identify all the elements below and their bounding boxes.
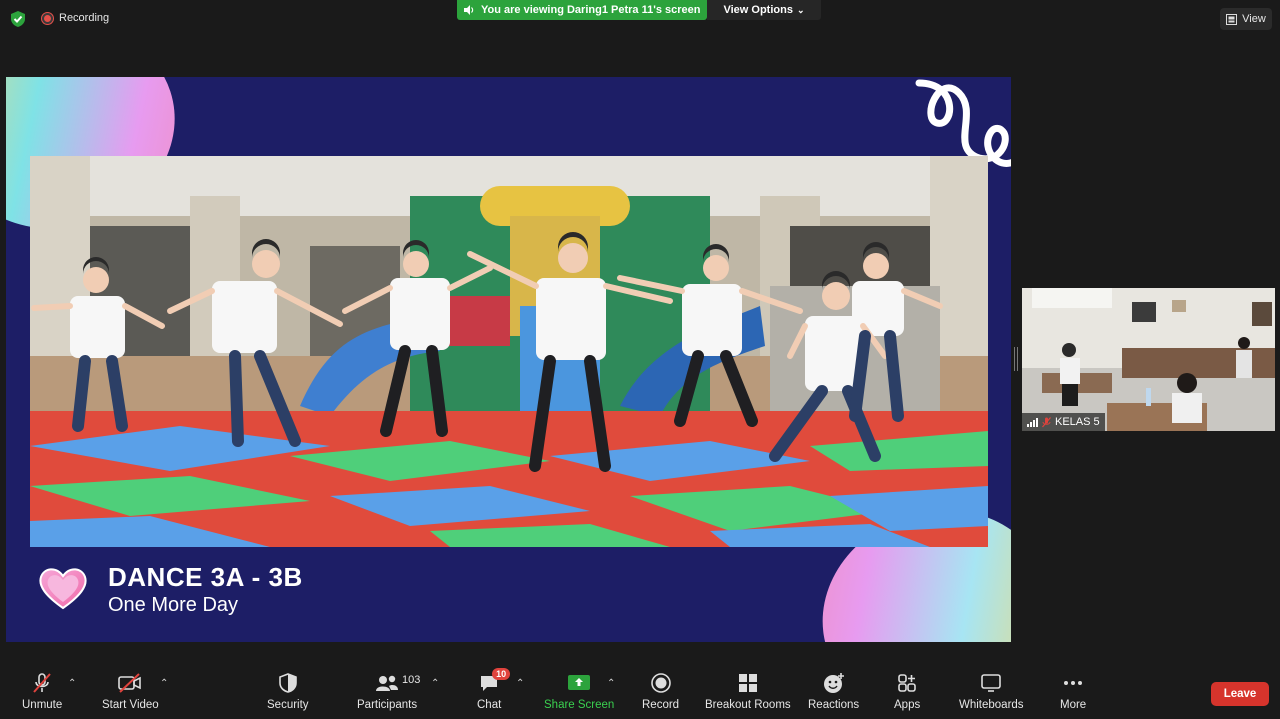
grid-view-icon bbox=[1226, 13, 1238, 25]
participants-count: 103 bbox=[402, 674, 421, 686]
heart-icon bbox=[39, 568, 87, 610]
security-button[interactable]: Security bbox=[267, 672, 309, 711]
participant-video-tile[interactable]: KELAS 5 bbox=[1022, 288, 1275, 431]
security-shield-icon[interactable] bbox=[10, 10, 26, 28]
view-options-label: View Options bbox=[723, 4, 793, 16]
more-button[interactable]: More bbox=[1060, 672, 1086, 711]
chevron-down-icon: ⌄ bbox=[796, 4, 805, 15]
reactions-button[interactable]: Reactions bbox=[808, 672, 859, 711]
slide-subtitle: One More Day bbox=[108, 594, 239, 616]
participants-button[interactable]: 103 Participants bbox=[357, 672, 421, 711]
start-video-label: Start Video bbox=[102, 699, 159, 711]
viewing-screen-banner: You are viewing Daring1 Petra 11's scree… bbox=[457, 0, 707, 20]
start-video-button[interactable]: Start Video bbox=[102, 672, 159, 711]
speaker-icon bbox=[464, 5, 474, 15]
unmute-label: Unmute bbox=[22, 699, 63, 711]
record-label: Record bbox=[642, 699, 680, 711]
muted-mic-icon bbox=[1042, 416, 1051, 427]
signal-strength-icon bbox=[1027, 417, 1038, 427]
whiteboards-button[interactable]: Whiteboards bbox=[959, 672, 1024, 711]
security-shield-icon bbox=[278, 673, 297, 693]
unmute-button[interactable]: Unmute bbox=[22, 672, 62, 711]
security-label: Security bbox=[267, 699, 309, 711]
recording-label: Recording bbox=[59, 12, 110, 24]
audio-options-caret-icon[interactable]: ⌃ bbox=[68, 678, 76, 689]
smiley-plus-icon bbox=[823, 673, 844, 693]
apps-icon bbox=[898, 674, 916, 692]
reactions-label: Reactions bbox=[808, 699, 860, 711]
chat-options-caret-icon[interactable]: ⌃ bbox=[516, 678, 524, 689]
breakout-rooms-icon bbox=[738, 674, 757, 692]
share-options-caret-icon[interactable]: ⌃ bbox=[607, 678, 615, 689]
shared-screen: DANCE 3A - 3B One More Day bbox=[6, 77, 1011, 642]
classroom-video-image bbox=[1022, 288, 1275, 431]
record-icon bbox=[650, 673, 671, 693]
participant-name-label: KELAS 5 bbox=[1022, 413, 1105, 431]
dance-video-frame bbox=[30, 156, 988, 547]
participants-label: Participants bbox=[357, 699, 418, 711]
whiteboards-label: Whiteboards bbox=[959, 699, 1024, 711]
apps-label: Apps bbox=[894, 699, 921, 711]
slide-title: DANCE 3A - 3B bbox=[108, 562, 303, 592]
muted-microphone-icon bbox=[33, 673, 51, 693]
chat-label: Chat bbox=[477, 699, 502, 711]
viewing-banner-text: You are viewing Daring1 Petra 11's scree… bbox=[481, 4, 701, 16]
participants-icon bbox=[376, 675, 399, 691]
share-screen-label: Share Screen bbox=[544, 699, 615, 711]
view-button[interactable]: View bbox=[1220, 8, 1272, 30]
top-bar: Recording You are viewing Daring1 Petra … bbox=[0, 0, 1280, 38]
leave-button[interactable]: Leave bbox=[1211, 682, 1269, 706]
participant-name: KELAS 5 bbox=[1055, 416, 1100, 428]
whiteboard-icon bbox=[981, 674, 1002, 692]
meeting-toolbar: Unmute ⌃ Start Video ⌃ Security 103 Part… bbox=[0, 662, 1280, 719]
participants-options-caret-icon[interactable]: ⌃ bbox=[431, 678, 439, 689]
share-screen-button[interactable]: Share Screen bbox=[544, 672, 614, 711]
video-options-caret-icon[interactable]: ⌃ bbox=[160, 678, 168, 689]
recording-dot-icon bbox=[42, 12, 53, 24]
apps-button[interactable]: Apps bbox=[894, 672, 920, 711]
view-options-button[interactable]: View Options ⌄ bbox=[707, 0, 821, 20]
chat-button[interactable]: 10 Chat bbox=[477, 668, 511, 711]
breakout-rooms-button[interactable]: Breakout Rooms bbox=[705, 672, 791, 711]
more-dots-icon bbox=[1064, 681, 1083, 685]
video-off-icon bbox=[118, 673, 142, 693]
dance-scene-image bbox=[30, 156, 988, 547]
view-label: View bbox=[1242, 13, 1266, 25]
breakout-rooms-label: Breakout Rooms bbox=[705, 699, 791, 711]
chat-unread-badge: 10 bbox=[492, 668, 511, 680]
recording-indicator[interactable]: Recording bbox=[42, 12, 109, 24]
record-button[interactable]: Record bbox=[642, 672, 679, 711]
more-label: More bbox=[1060, 699, 1087, 711]
panel-resize-handle[interactable] bbox=[1014, 347, 1018, 371]
share-screen-icon bbox=[568, 675, 591, 690]
